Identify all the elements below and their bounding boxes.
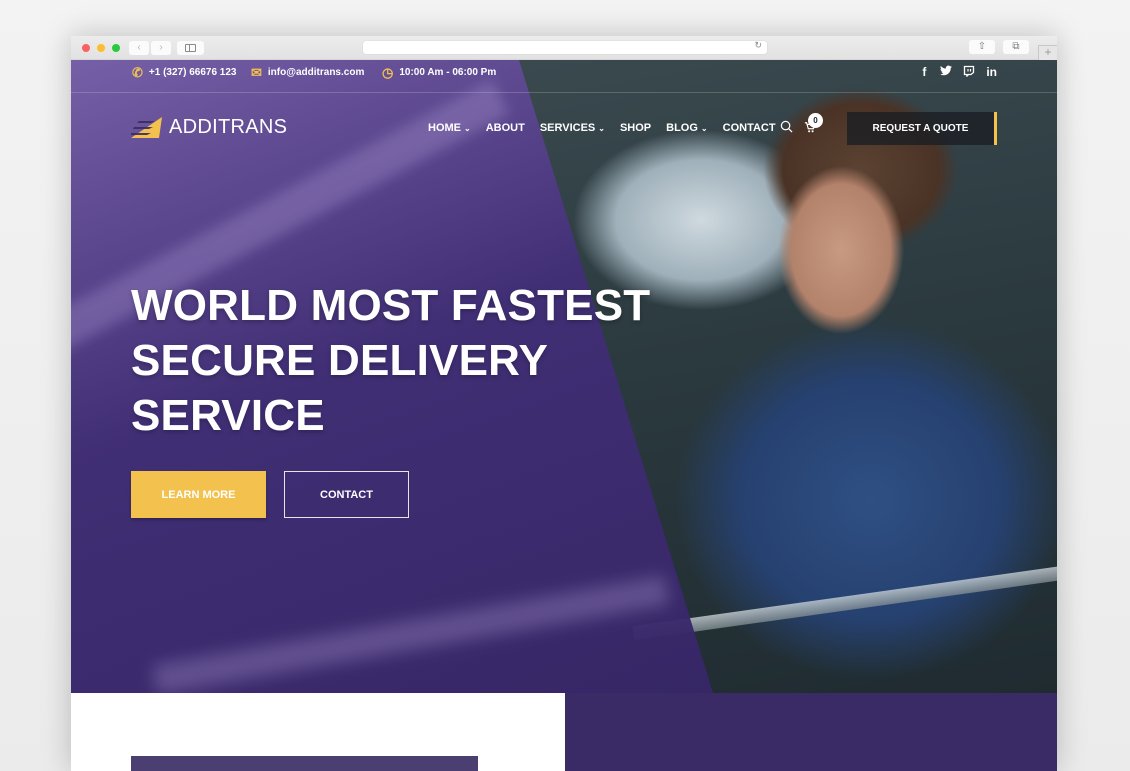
site-logo[interactable]: ADDITRANS xyxy=(131,116,287,139)
nav-label: BLOG xyxy=(666,122,698,134)
request-quote-button[interactable]: REQUEST A QUOTE xyxy=(847,112,997,145)
browser-window: ‹ › ↻ ⇧ ⧉ + ✆ +1 (327) 66676 123 ✉ info@… xyxy=(71,36,1057,771)
headline-line: SERVICE xyxy=(131,391,325,440)
envelope-icon: ✉ xyxy=(251,65,262,80)
nav-label: ABOUT xyxy=(485,122,525,134)
nav-label: CONTACT xyxy=(722,122,776,134)
facebook-icon[interactable]: f xyxy=(919,65,929,80)
nav-item-shop[interactable]: SHOP xyxy=(620,122,651,134)
search-icon[interactable] xyxy=(780,120,793,133)
chevron-down-icon: ⌄ xyxy=(464,123,471,133)
main-nav: HOME ⌄ ABOUT SERVICES ⌄ SHOP BLOG ⌄ CONTACT xyxy=(428,122,776,134)
plus-icon: + xyxy=(1044,45,1052,59)
new-tab-button[interactable]: + xyxy=(1038,45,1057,60)
tabs-icon: ⧉ xyxy=(1012,41,1020,52)
phone-icon: ✆ xyxy=(132,65,143,80)
social-links: f in xyxy=(919,65,997,80)
reload-icon[interactable]: ↻ xyxy=(754,40,762,51)
cart-count-badge: 0 xyxy=(808,113,823,128)
nav-label: SHOP xyxy=(619,122,652,134)
top-info-bar: ✆ +1 (327) 66676 123 ✉ info@additrans.co… xyxy=(71,60,1057,93)
nav-label: HOME xyxy=(428,122,461,134)
share-icon: ⇧ xyxy=(977,41,987,52)
phone-number: +1 (327) 66676 123 xyxy=(148,67,237,78)
maximize-window-button[interactable] xyxy=(112,44,120,52)
hero-headline: WORLD MOST FASTEST SECURE DELIVERY SERVI… xyxy=(131,278,650,443)
learn-more-button[interactable]: LEARN MORE xyxy=(131,471,266,518)
chevron-right-icon: › xyxy=(159,42,163,53)
features-section-left xyxy=(71,693,565,771)
features-section-right xyxy=(565,693,1057,771)
hours-info: ◷ 10:00 Am - 06:00 Pm xyxy=(382,66,496,79)
browser-toolbar: ‹ › ↻ ⇧ ⧉ + xyxy=(71,36,1057,60)
phone-info[interactable]: ✆ +1 (327) 66676 123 xyxy=(132,66,236,79)
chevron-left-icon: ‹ xyxy=(137,42,141,53)
sidebar-toggle-button[interactable] xyxy=(177,41,204,55)
nav-item-blog[interactable]: BLOG ⌄ xyxy=(666,122,707,134)
chevron-down-icon: ⌄ xyxy=(598,123,605,133)
close-window-button[interactable] xyxy=(82,44,90,52)
share-button[interactable]: ⇧ xyxy=(969,40,995,54)
nav-item-services[interactable]: SERVICES ⌄ xyxy=(540,122,605,134)
nav-label: SERVICES xyxy=(539,122,596,134)
clock-icon: ◷ xyxy=(382,65,394,80)
opening-hours: 10:00 Am - 06:00 Pm xyxy=(399,67,497,78)
email-info[interactable]: ✉ info@additrans.com xyxy=(251,66,364,79)
minimize-window-button[interactable] xyxy=(97,44,105,52)
chevron-down-icon: ⌄ xyxy=(700,123,708,133)
nav-item-contact[interactable]: CONTACT xyxy=(723,122,776,134)
show-tabs-button[interactable]: ⧉ xyxy=(1003,40,1029,54)
address-bar[interactable]: ↻ xyxy=(363,40,767,54)
nav-item-about[interactable]: ABOUT xyxy=(486,122,525,134)
headline-line: WORLD MOST FASTEST xyxy=(131,281,651,330)
feature-panel xyxy=(131,756,478,771)
linkedin-icon[interactable]: in xyxy=(986,65,997,80)
hero-section: ✆ +1 (327) 66676 123 ✉ info@additrans.co… xyxy=(71,60,1057,693)
contact-button[interactable]: CONTACT xyxy=(284,471,409,518)
twitter-icon[interactable] xyxy=(940,65,953,80)
nav-item-home[interactable]: HOME ⌄ xyxy=(428,122,471,134)
headline-line: SECURE DELIVERY xyxy=(131,336,549,385)
forward-button[interactable]: › xyxy=(151,41,171,55)
logo-text: ADDITRANS xyxy=(169,116,288,138)
twitch-icon[interactable] xyxy=(963,65,975,80)
back-button[interactable]: ‹ xyxy=(129,41,149,55)
sidebar-icon xyxy=(185,44,196,52)
email-address: info@additrans.com xyxy=(267,67,365,78)
logo-mark-icon xyxy=(131,116,162,138)
